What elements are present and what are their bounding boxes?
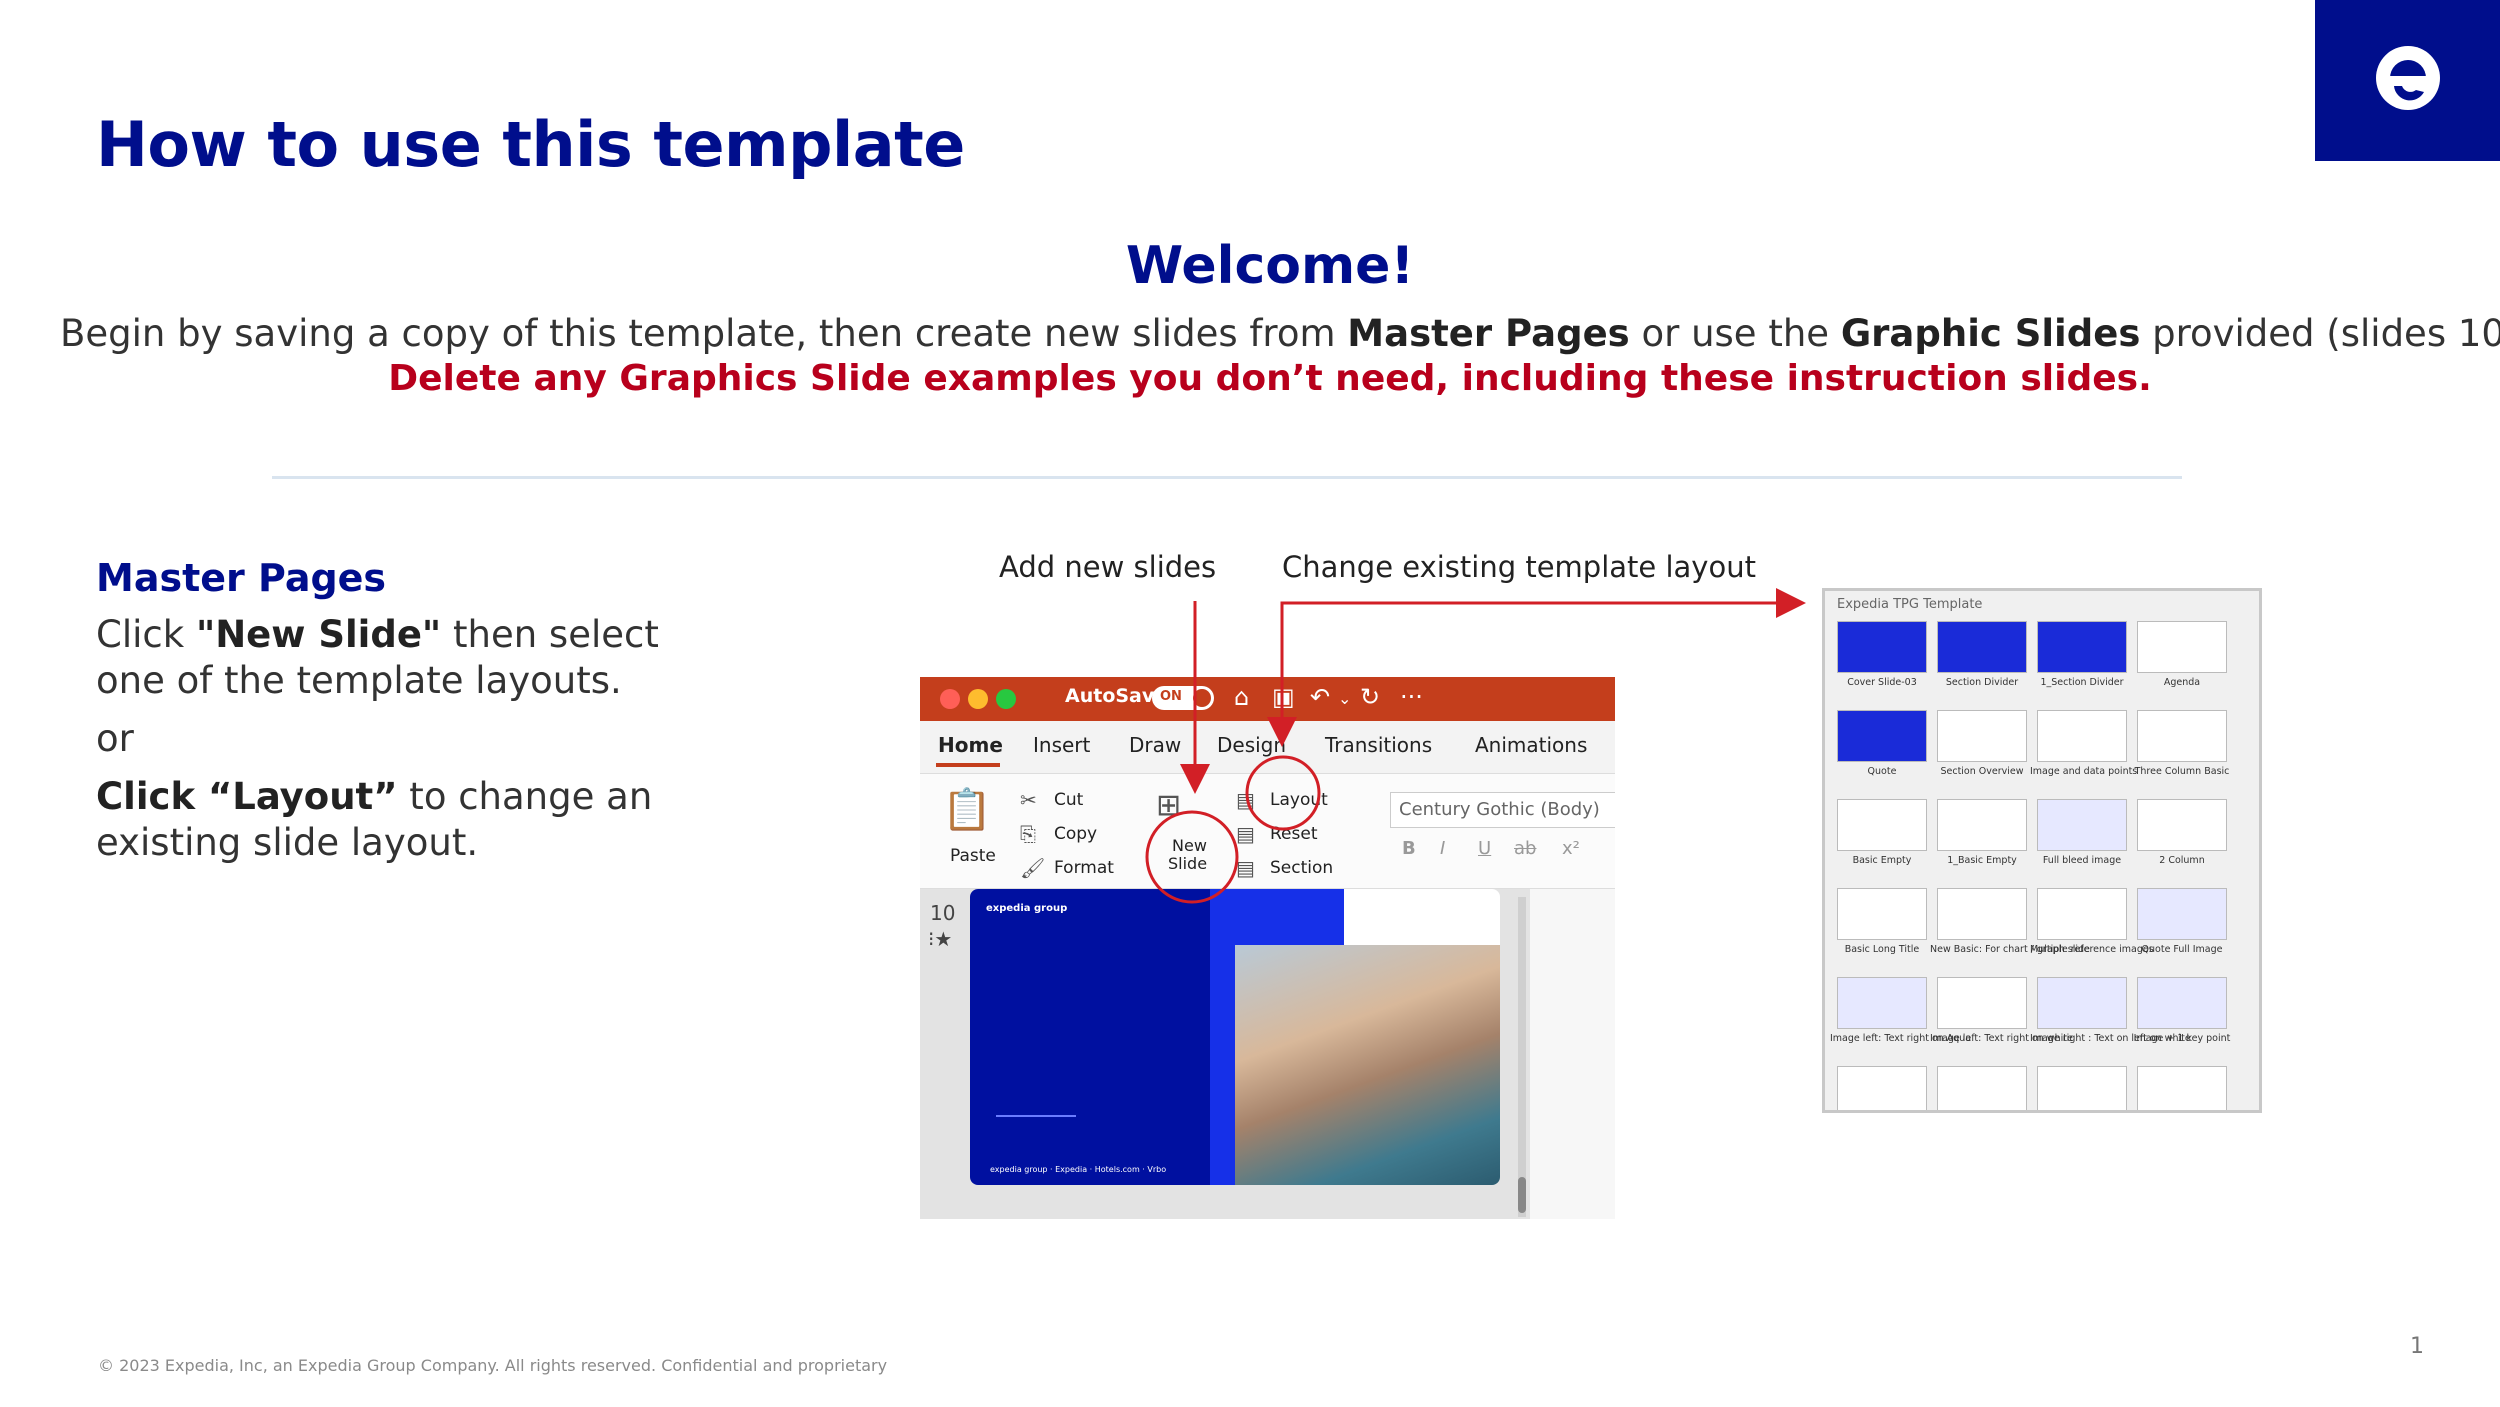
copyright-notice: © 2023 Expedia, Inc, an Expedia Group Co… [98,1356,888,1375]
layout-highlight-circle [1245,755,1321,831]
page-number: 1 [2410,1334,2424,1359]
annotation-overlay [1145,588,1806,904]
arrow-to-layout [1267,601,1800,747]
new-slide-highlight-circle [1145,810,1239,904]
